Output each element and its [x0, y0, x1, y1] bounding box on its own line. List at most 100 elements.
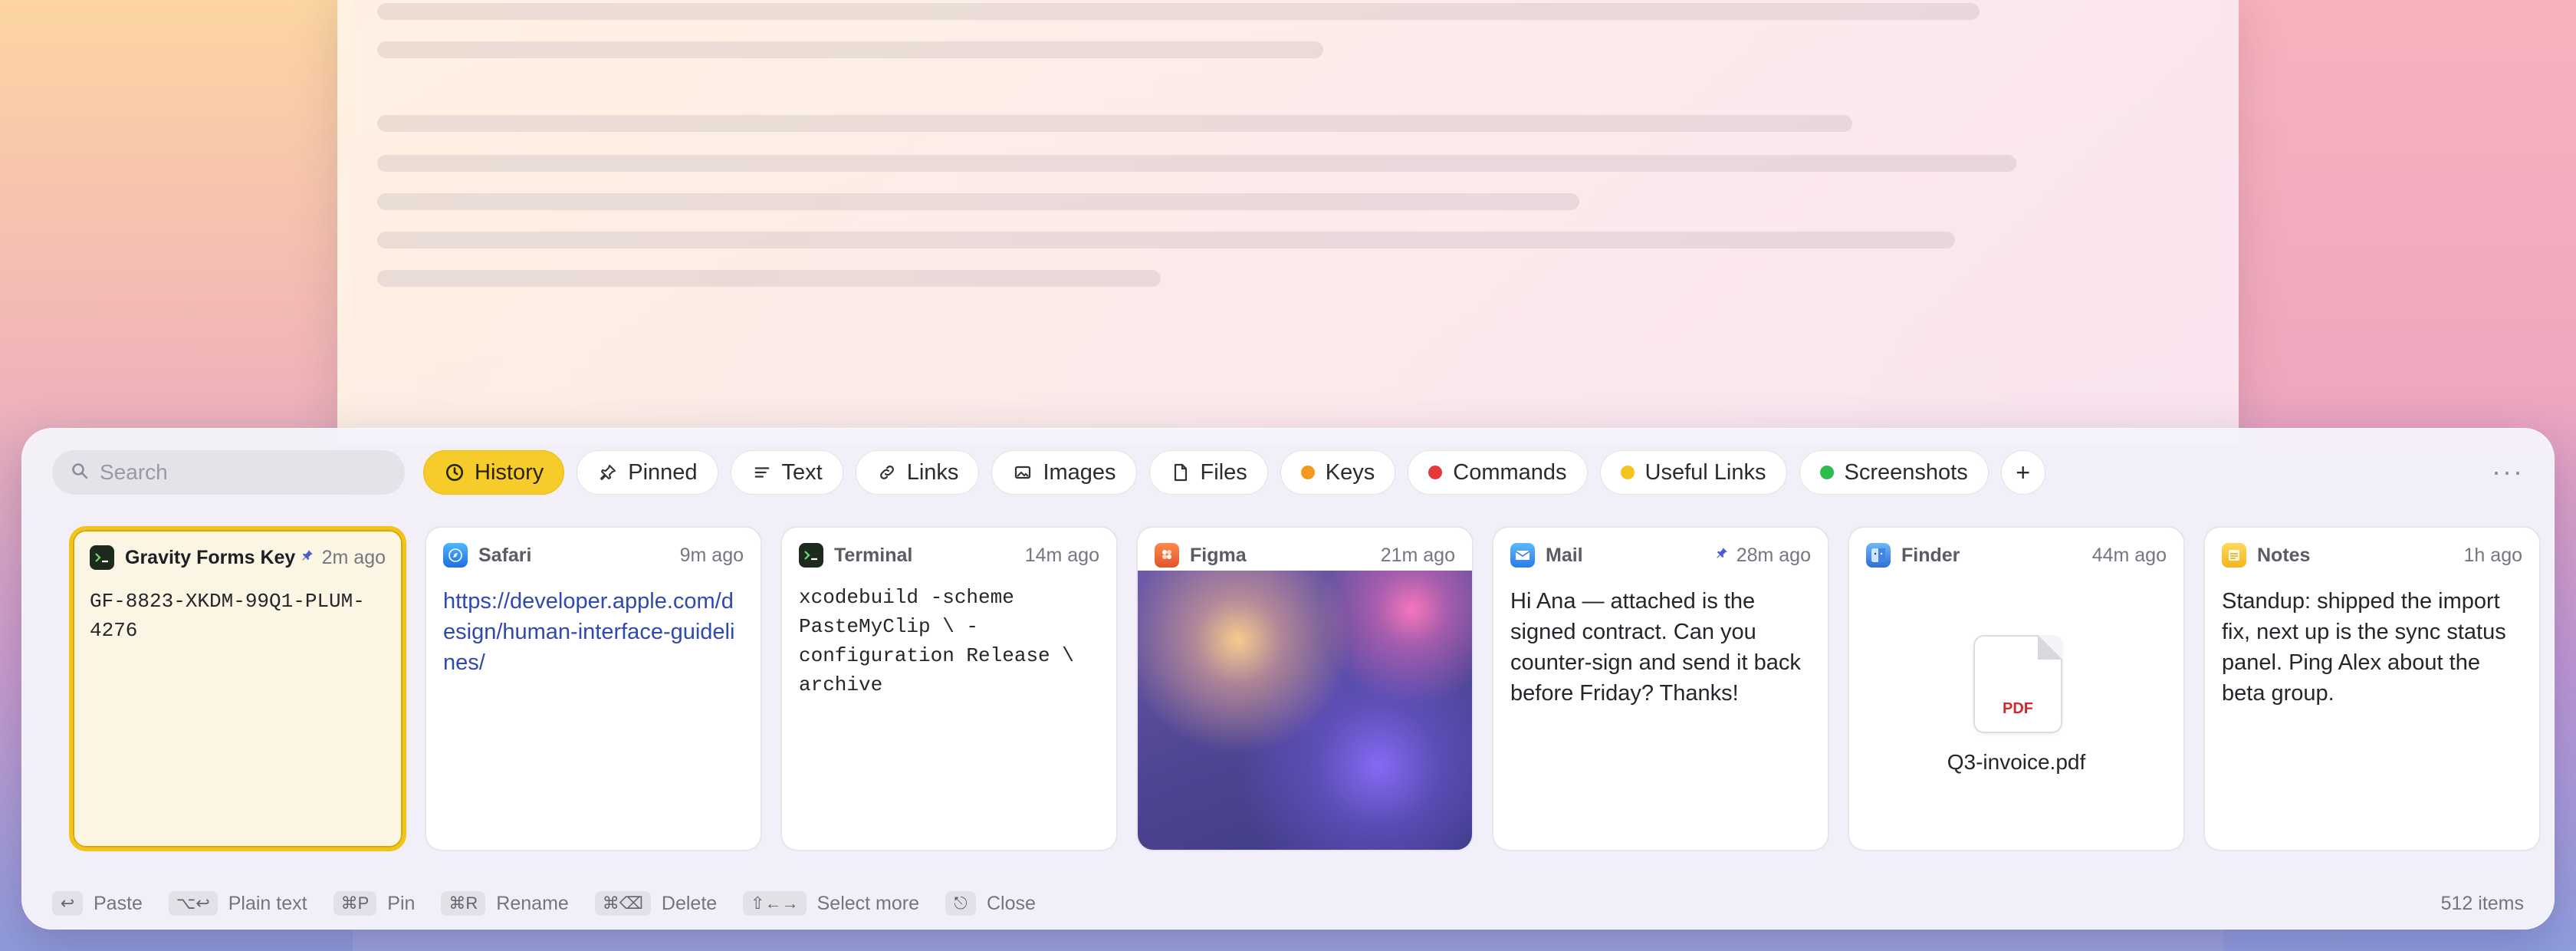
- tab-keys[interactable]: Keys: [1280, 450, 1396, 495]
- finder-app-icon: [1866, 543, 1891, 568]
- text-lines-icon: [751, 462, 773, 483]
- tab-label: Keys: [1325, 459, 1375, 485]
- card-time: 28m ago: [1736, 544, 1811, 566]
- image-icon: [1012, 462, 1033, 483]
- pinned-icon: [1715, 546, 1729, 564]
- card-app-name: Safari: [478, 544, 532, 566]
- card-app-name: Notes: [2257, 544, 2311, 566]
- plus-icon: +: [2016, 458, 2031, 486]
- search-box[interactable]: [52, 450, 405, 495]
- card-content: xcodebuild -scheme PasteMyClip \ -config…: [799, 586, 1074, 696]
- placeholder-text-line: [377, 270, 1161, 287]
- terminal-app-icon: [90, 545, 114, 570]
- file-name: Q3-invoice.pdf: [1947, 750, 2086, 774]
- tab-label: Commands: [1453, 459, 1567, 485]
- page-fold: [2038, 635, 2062, 660]
- clip-card-row: Gravity Forms Key 2m ago GF-8823-XKDM-99…: [51, 526, 2555, 851]
- card-app-name: Mail: [1546, 544, 1583, 566]
- clip-card[interactable]: Finder 44m ago PDF Q3-invoice.pdf: [1848, 526, 2185, 851]
- card-header: Gravity Forms Key 2m ago: [90, 542, 386, 573]
- clip-card[interactable]: Notes 1h ago Standup: shipped the import…: [2203, 526, 2541, 851]
- tab-links[interactable]: Links: [855, 450, 980, 495]
- link-icon: [876, 462, 898, 483]
- card-header: Mail 28m ago: [1510, 540, 1811, 571]
- tab-files[interactable]: Files: [1148, 450, 1268, 495]
- ellipsis-icon: ···: [2492, 456, 2524, 487]
- rename-hint: Rename: [496, 892, 569, 914]
- delete-hint: Delete: [661, 892, 718, 914]
- card-app-name: Figma: [1190, 544, 1247, 566]
- clip-card[interactable]: Figma 21m ago: [1136, 526, 1474, 851]
- tab-pinned[interactable]: Pinned: [577, 450, 718, 495]
- card-content: Standup: shipped the import fix, next up…: [2222, 589, 2506, 706]
- pin-icon: [597, 462, 619, 483]
- clipboard-panel: History Pinned Text Links Images: [21, 428, 2555, 930]
- card-time: 2m ago: [321, 546, 386, 568]
- card-content: Hi Ana — attached is the signed contract…: [1510, 589, 1801, 706]
- tab-text[interactable]: Text: [730, 450, 843, 495]
- escape-key-icon: ⎋: [945, 891, 976, 916]
- placeholder-text-line: [377, 41, 1323, 58]
- card-time: 21m ago: [1380, 544, 1455, 566]
- card-header: Figma 21m ago: [1155, 540, 1455, 571]
- pdf-label: PDF: [2003, 700, 2033, 717]
- tab-images[interactable]: Images: [991, 450, 1137, 495]
- clock-icon: [444, 462, 465, 483]
- card-content-link[interactable]: https://developer.apple.com/design/human…: [443, 586, 742, 678]
- toolbar: History Pinned Text Links Images: [52, 448, 2524, 497]
- clip-card[interactable]: Terminal 14m ago xcodebuild -scheme Past…: [780, 526, 1118, 851]
- tab-screenshots[interactable]: Screenshots: [1799, 450, 1989, 495]
- tab-label: Pinned: [628, 459, 698, 485]
- card-header: Finder 44m ago: [1866, 540, 2167, 571]
- tab-label: Screenshots: [1844, 459, 1968, 485]
- search-input[interactable]: [100, 460, 391, 485]
- placeholder-text-line: [377, 115, 1852, 132]
- cmd-delete-key-icon: ⌘⌫: [594, 891, 651, 916]
- pinned-icon: [301, 548, 314, 567]
- file-icon: [1170, 462, 1191, 483]
- tab-label: Files: [1200, 459, 1247, 485]
- clip-card[interactable]: Gravity Forms Key 2m ago GF-8823-XKDM-99…: [69, 526, 406, 851]
- close-hint: Close: [987, 892, 1036, 914]
- clip-card[interactable]: Safari 9m ago https://developer.apple.co…: [425, 526, 762, 851]
- add-tab-button[interactable]: +: [2000, 450, 2045, 495]
- card-time: 1h ago: [2463, 544, 2522, 566]
- option-return-key-icon: ⌥↩: [168, 891, 218, 916]
- placeholder-text-line: [377, 3, 1980, 20]
- placeholder-text-line: [377, 193, 1579, 210]
- tab-history[interactable]: History: [423, 450, 565, 495]
- safari-app-icon: [443, 543, 468, 568]
- placeholder-text-line: [377, 155, 2016, 172]
- card-time: 9m ago: [679, 544, 744, 566]
- pin-hint: Pin: [387, 892, 416, 914]
- tab-useful-links[interactable]: Useful Links: [1599, 450, 1787, 495]
- tab-label: Links: [906, 459, 959, 485]
- tab-label: Useful Links: [1644, 459, 1766, 485]
- tab-label: Text: [781, 459, 823, 485]
- terminal-app-icon: [799, 543, 823, 568]
- notes-app-icon: [2222, 543, 2246, 568]
- red-dot-icon: [1428, 466, 1443, 479]
- image-preview: [1138, 571, 1472, 850]
- cmd-p-key-icon: ⌘P: [333, 891, 377, 916]
- card-time: 44m ago: [2091, 544, 2167, 566]
- background-document-window: [337, 0, 2239, 445]
- paste-hint: Paste: [94, 892, 143, 914]
- item-count: 512 items: [2440, 892, 2524, 914]
- plain-text-hint: Plain text: [228, 892, 307, 914]
- more-options-button[interactable]: ···: [2492, 456, 2524, 488]
- return-key-icon: ↩: [52, 891, 83, 916]
- card-content: GF-8823-XKDM-99Q1-PLUM-4276: [90, 590, 365, 642]
- green-dot-icon: [1819, 466, 1834, 479]
- select-more-hint: Select more: [816, 892, 919, 914]
- figma-app-icon: [1155, 543, 1179, 568]
- shift-arrows-key-icon: ⇧←→: [743, 891, 807, 916]
- tab-commands[interactable]: Commands: [1408, 450, 1588, 495]
- clip-card[interactable]: Mail 28m ago Hi Ana — attached is the si…: [1492, 526, 1829, 851]
- pdf-file-icon: PDF: [1973, 635, 2062, 733]
- yellow-dot-icon: [1620, 466, 1635, 479]
- card-app-name: Gravity Forms Key: [125, 546, 296, 568]
- shortcut-footer: ↩ Paste ⌥↩ Plain text ⌘P Pin ⌘R Rename ⌘…: [52, 888, 2524, 919]
- mail-app-icon: [1510, 543, 1535, 568]
- card-app-name: Terminal: [834, 544, 913, 566]
